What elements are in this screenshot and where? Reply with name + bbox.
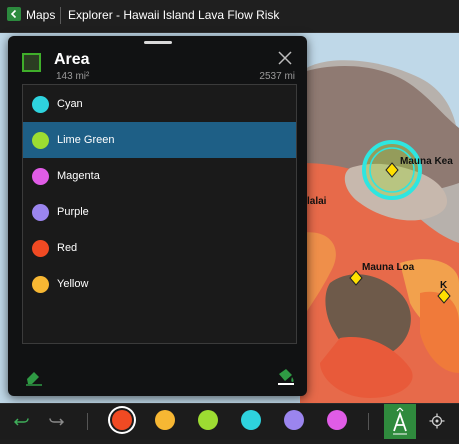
color-item-purple[interactable]: Purple — [23, 194, 296, 230]
color-dot-cyan — [32, 95, 49, 113]
label-kilauea: K — [440, 280, 448, 291]
text-tool-button[interactable] — [384, 404, 416, 439]
redo-icon — [49, 418, 65, 426]
color-label: Lime Green — [57, 134, 115, 146]
title-separator — [60, 7, 61, 24]
area-value: 143 mi² — [56, 71, 90, 82]
undo-icon — [13, 418, 29, 426]
fill-bucket-button[interactable] — [276, 366, 296, 386]
redo-button[interactable] — [48, 413, 65, 429]
breadcrumb-maps[interactable]: Maps — [26, 8, 55, 22]
crosshair-icon — [429, 413, 445, 429]
toolbar-separator — [87, 413, 88, 430]
color-dot-purple — [32, 203, 49, 221]
area-panel: Area 143 mi² 2537 mi Cyan Lime Green Mag… — [8, 36, 307, 396]
color-item-lime-green[interactable]: Lime Green — [23, 122, 296, 158]
color-label: Yellow — [57, 278, 89, 290]
color-dot-red — [32, 239, 49, 257]
panel-title: Area — [54, 51, 90, 68]
swatch-purple[interactable] — [284, 410, 304, 430]
toolbar-separator — [368, 413, 369, 430]
color-label: Red — [57, 242, 78, 254]
swatch-yellow[interactable] — [155, 410, 175, 430]
locate-button[interactable] — [429, 413, 445, 429]
eraser-button[interactable] — [24, 366, 44, 386]
area-color-swatch — [22, 53, 41, 72]
color-item-cyan[interactable]: Cyan — [23, 86, 296, 122]
title-bar: Maps Explorer - Hawaii Island Lava Flow … — [0, 0, 459, 33]
label-mauna-loa: Mauna Loa — [362, 262, 415, 273]
fill-bucket-icon — [278, 369, 294, 385]
color-label: Purple — [57, 206, 89, 218]
label-mauna-kea: Mauna Kea — [400, 156, 453, 167]
color-list: Cyan Lime Green Magenta Purple Red Yello… — [22, 84, 297, 344]
page-title: Explorer - Hawaii Island Lava Flow Risk — [68, 8, 280, 22]
color-dot-lime-green — [32, 131, 49, 149]
color-dot-yellow — [32, 275, 49, 293]
color-label: Cyan — [57, 98, 83, 110]
undo-button[interactable] — [13, 413, 30, 429]
back-button[interactable] — [7, 7, 21, 21]
close-icon — [278, 51, 292, 65]
eraser-icon — [26, 372, 42, 386]
swatch-magenta[interactable] — [327, 410, 347, 430]
perimeter-value: 2537 mi — [259, 71, 295, 82]
color-label: Magenta — [57, 170, 100, 182]
drag-handle[interactable] — [144, 41, 172, 44]
color-item-red[interactable]: Red — [23, 230, 296, 266]
swatch-red[interactable] — [112, 410, 132, 430]
color-dot-magenta — [32, 167, 49, 185]
close-button[interactable] — [277, 50, 293, 66]
swatch-cyan[interactable] — [241, 410, 261, 430]
color-item-magenta[interactable]: Magenta — [23, 158, 296, 194]
label-hualalai: lalai — [307, 196, 327, 207]
color-item-yellow[interactable]: Yellow — [23, 266, 296, 302]
text-icon — [393, 407, 407, 435]
swatch-lime-green[interactable] — [198, 410, 218, 430]
chevron-left-icon — [10, 9, 17, 19]
bottom-toolbar — [0, 403, 459, 439]
